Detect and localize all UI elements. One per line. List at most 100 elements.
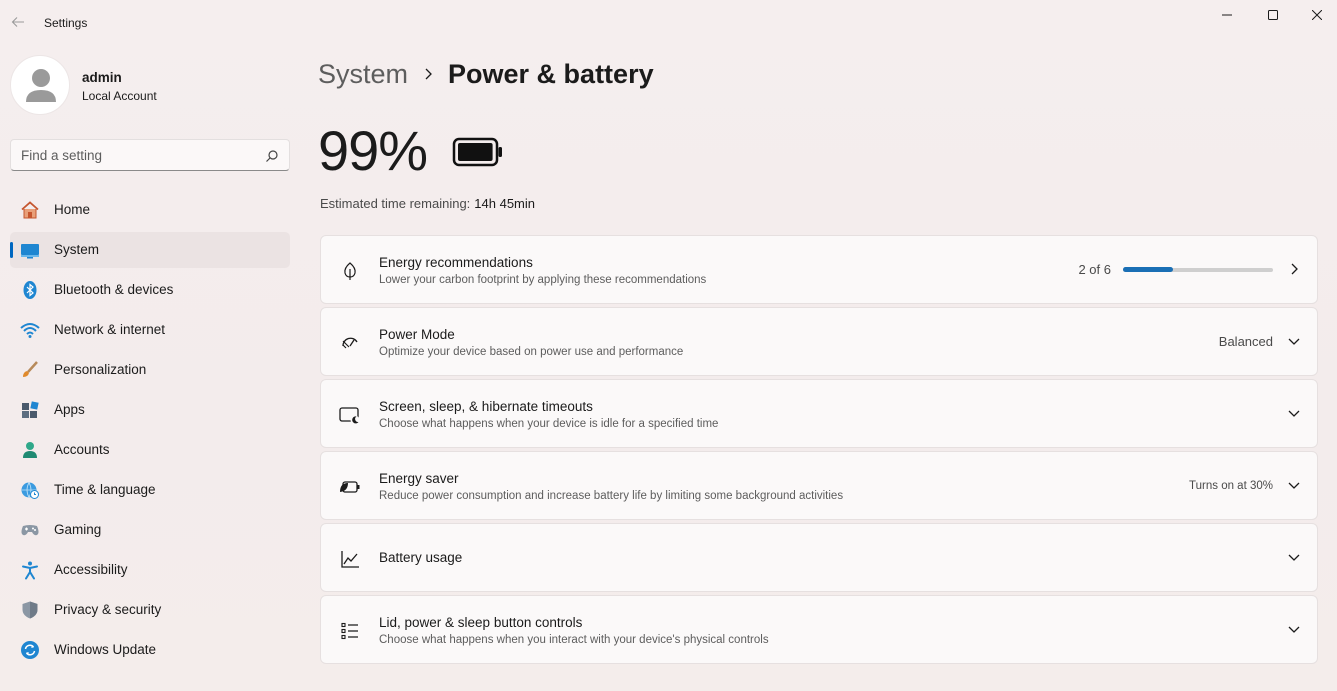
sidebar-item-windows-update[interactable]: Windows Update [10,632,290,668]
card-title: Energy recommendations [379,255,533,270]
recommendations-progress: 2 of 6 [1078,236,1273,303]
accounts-icon [20,440,40,460]
sidebar-item-label: Accessibility [54,562,128,577]
wifi-icon [20,320,40,340]
card-description: Choose what happens when you interact wi… [379,634,769,646]
update-icon [20,640,40,660]
estimated-time-value: 14h 45min [474,196,535,211]
minimize-icon [1222,14,1232,16]
card-description: Lower your carbon footprint by applying … [379,274,707,286]
sidebar-item-system[interactable]: System [10,232,290,268]
close-button[interactable] [1294,2,1337,28]
accessibility-icon [20,560,40,580]
window-title: Settings [44,16,88,30]
energy-recommendations-card[interactable]: Energy recommendations Lower your carbon… [320,235,1318,304]
sidebar-item-label: Accounts [54,442,110,457]
maximize-button[interactable] [1250,2,1296,28]
card-description: Choose what happens when your device is … [379,418,719,430]
breadcrumb: System Power & battery [318,56,654,92]
breadcrumb-parent[interactable]: System [318,59,408,90]
shield-icon [20,600,40,620]
home-icon [20,200,40,220]
apps-icon [20,400,40,420]
back-button[interactable] [6,10,30,34]
lid-power-controls-card[interactable]: Lid, power & sleep button controls Choos… [320,595,1318,664]
card-description: Reduce power consumption and increase ba… [379,490,844,502]
battery-icon [452,137,502,167]
estimated-time-label: Estimated time remaining: [320,196,471,211]
sidebar-item-label: System [54,242,100,257]
chevron-down-icon[interactable] [1287,550,1301,564]
progress-fill [1123,267,1173,272]
progress-bar [1123,267,1273,272]
list-icon [339,620,361,642]
progress-text: 2 of 6 [1078,262,1111,277]
page-title: Power & battery [448,58,654,89]
energy-saver-value: Turns on at 30% [1189,479,1273,492]
sidebar-item-label: Bluetooth & devices [54,282,174,297]
screen-sleep-card[interactable]: Screen, sleep, & hibernate timeouts Choo… [320,379,1318,448]
card-title: Screen, sleep, & hibernate timeouts [379,399,593,414]
chevron-right-icon [408,67,448,81]
title-bar: Settings [0,0,1337,44]
chevron-down-icon[interactable] [1287,622,1301,636]
chevron-right-icon [1287,262,1301,276]
active-indicator [10,242,13,258]
brush-icon [20,360,40,380]
account-type: Local Account [82,89,157,103]
avatar [10,55,70,115]
search-input[interactable] [11,140,261,170]
sidebar-item-label: Time & language [54,482,156,497]
battery-percentage: 99% [318,119,428,182]
sidebar-item-gaming[interactable]: Gaming [10,512,290,548]
close-icon [1312,10,1322,20]
chevron-down-icon[interactable] [1287,478,1301,492]
system-icon [20,240,40,260]
sidebar-item-privacy[interactable]: Privacy & security [10,592,290,628]
search-icon[interactable] [265,149,279,163]
sidebar-item-bluetooth[interactable]: Bluetooth & devices [10,272,290,308]
power-mode-value: Balanced [1218,334,1273,349]
energy-saver-card[interactable]: Energy saver Reduce power consumption an… [320,451,1318,520]
card-title: Power Mode [379,327,455,342]
sidebar-item-label: Windows Update [54,642,157,657]
sidebar-item-time-language[interactable]: Time & language [10,472,290,508]
card-title: Lid, power & sleep button controls [379,615,583,630]
search-box[interactable] [10,139,290,171]
settings-cards: Energy recommendations Lower your carbon… [320,235,1318,667]
sidebar-item-label: Network & internet [54,322,166,337]
user-profile[interactable]: admin Local Account [10,55,290,115]
arrow-left-icon [11,17,24,27]
chart-icon [339,548,361,570]
leaf-icon [339,260,361,282]
gamepad-icon [20,520,40,540]
sidebar-item-personalization[interactable]: Personalization [10,352,290,388]
screen-sleep-icon [339,404,361,426]
globe-clock-icon [20,480,40,500]
power-mode-card[interactable]: Power Mode Optimize your device based on… [320,307,1318,376]
power-mode-icon [339,332,361,354]
estimated-time: Estimated time remaining: 14h 45min [320,196,535,211]
sidebar-item-label: Gaming [54,522,102,537]
card-description: Optimize your device based on power use … [379,346,684,358]
sidebar-item-label: Personalization [54,362,147,377]
chevron-down-icon[interactable] [1287,406,1301,420]
power-mode-select[interactable]: Balanced [1219,308,1273,375]
user-icon [26,69,56,102]
maximize-icon [1268,10,1278,20]
user-name: admin [82,70,122,85]
bluetooth-icon [20,280,40,300]
sidebar-item-accessibility[interactable]: Accessibility [10,552,290,588]
card-title: Energy saver [379,471,459,486]
sidebar-item-apps[interactable]: Apps [10,392,290,428]
sidebar-item-home[interactable]: Home [10,192,290,228]
battery-usage-card[interactable]: Battery usage [320,523,1318,592]
energy-saver-status: Turns on at 30% [1189,452,1273,519]
sidebar-item-network[interactable]: Network & internet [10,312,290,348]
chevron-down-icon[interactable] [1287,334,1301,348]
sidebar-item-accounts[interactable]: Accounts [10,432,290,468]
minimize-button[interactable] [1204,2,1250,28]
sidebar-item-label: Apps [54,402,85,417]
sidebar-item-label: Privacy & security [54,602,162,617]
sidebar-item-label: Home [54,202,91,217]
